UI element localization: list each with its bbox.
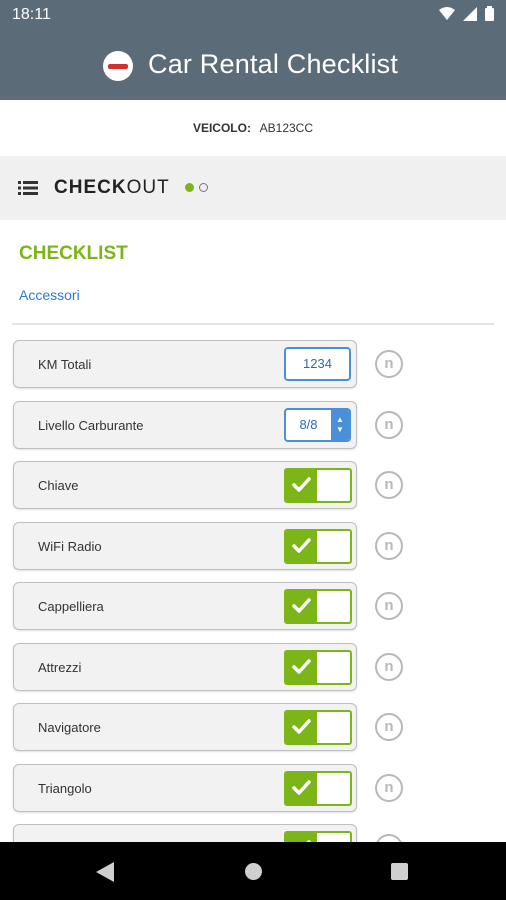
checklist-item-card: Navigatore — [13, 703, 357, 751]
app-title: Car Rental Checklist — [148, 49, 399, 79]
checklist: KM Totali 1234 n Livello Carburante 8/8 ▲ ▼ n Ch… — [0, 340, 506, 842]
checklist-row: KM Totali 1234 n — [0, 340, 506, 388]
list-menu-icon[interactable] — [18, 180, 38, 196]
checklist-row: Chiave n — [0, 461, 506, 509]
car-rental-logo-icon — [103, 51, 133, 81]
nav-bar — [0, 842, 506, 900]
app-bar: Car Rental Checklist — [0, 30, 506, 100]
checklist-item-label: KM Totali — [38, 357, 92, 372]
checkmark-icon — [286, 470, 317, 501]
checklist-item-card: KM Totali 1234 — [13, 340, 357, 388]
checked-toggle[interactable] — [284, 528, 352, 564]
checklist-item-label: Cappelliera — [38, 599, 104, 614]
fuel-level-select[interactable]: 8/8 ▲ ▼ — [284, 407, 351, 442]
info-icon[interactable]: n — [375, 350, 403, 378]
checklist-row: Attrezzi n — [0, 642, 506, 691]
accessori-link[interactable]: Accessori — [19, 287, 80, 303]
checklist-item-card: WiFi Radio — [13, 521, 357, 570]
checklist-row: WiFi Radio n — [0, 521, 506, 570]
checklist-item-card: Chiave — [13, 461, 357, 509]
info-icon[interactable]: n — [375, 592, 403, 620]
checklist-item-label: Livello Carburante — [38, 417, 144, 433]
status-bar: 18:11 — [0, 0, 506, 30]
checked-toggle[interactable] — [284, 710, 352, 745]
battery-icon — [485, 6, 494, 21]
info-icon[interactable]: n — [375, 713, 403, 741]
checklist-item-label: Triangolo — [38, 780, 92, 796]
checklist-row: Cappelliera n — [0, 582, 506, 630]
step-dot-inactive — [199, 183, 208, 192]
info-icon[interactable]: n — [375, 531, 403, 560]
recents-icon[interactable] — [391, 863, 408, 880]
checklist-item-card: Livello Carburante 8/8 ▲ ▼ — [13, 400, 357, 449]
back-icon[interactable] — [96, 862, 114, 882]
wifi-icon — [439, 6, 455, 20]
checklist-item-label: Attrezzi — [38, 659, 82, 675]
phase-title: CHECKOUT — [54, 177, 170, 198]
checkmark-icon — [286, 712, 317, 743]
home-icon[interactable] — [245, 863, 262, 880]
select-arrows-icon: ▲ ▼ — [331, 409, 349, 440]
checklist-row: Livello Carburante 8/8 ▲ ▼ n — [0, 400, 506, 449]
checkmark-icon — [286, 651, 317, 683]
info-icon[interactable]: n — [375, 834, 403, 842]
signal-icon — [463, 6, 477, 21]
km-input[interactable]: 1234 — [284, 347, 351, 381]
checked-toggle[interactable] — [284, 468, 352, 503]
phase-bar: CHECKOUT — [0, 156, 506, 220]
section-title: CHECKLIST — [19, 243, 128, 264]
vehicle-plate: AB123CC — [259, 121, 314, 135]
checkmark-icon — [286, 772, 317, 804]
vehicle-info: VEICOLO: AB123CC — [0, 100, 506, 156]
checked-toggle[interactable] — [284, 589, 352, 624]
checklist-item-label: WiFi Radio — [38, 538, 102, 554]
divider — [12, 323, 494, 325]
info-icon[interactable]: n — [375, 471, 403, 499]
checked-toggle[interactable] — [284, 649, 352, 685]
info-icon[interactable]: n — [375, 773, 403, 802]
checklist-item-card — [13, 824, 357, 842]
checkmark-icon — [286, 591, 317, 622]
checklist-item-card: Cappelliera — [13, 582, 357, 630]
checklist-item-card: Triangolo — [13, 763, 357, 812]
checkmark-icon — [286, 833, 317, 842]
checklist-row: n — [0, 824, 506, 842]
info-icon[interactable]: n — [375, 652, 403, 681]
status-time: 18:11 — [12, 6, 51, 23]
checklist-item-label: Chiave — [38, 478, 79, 493]
step-dot-active — [185, 183, 194, 192]
step-indicator — [185, 183, 208, 192]
vehicle-label: VEICOLO: — [192, 121, 251, 135]
checklist-item-label: Navigatore — [38, 720, 101, 735]
checked-toggle[interactable] — [284, 831, 352, 842]
info-icon[interactable]: n — [375, 410, 403, 439]
fuel-level-value: 8/8 — [299, 416, 318, 432]
checklist-row: Navigatore n — [0, 703, 506, 751]
checklist-item-card: Attrezzi — [13, 642, 357, 691]
checklist-row: Triangolo n — [0, 763, 506, 812]
checkmark-icon — [286, 530, 317, 562]
checked-toggle[interactable] — [284, 770, 352, 806]
